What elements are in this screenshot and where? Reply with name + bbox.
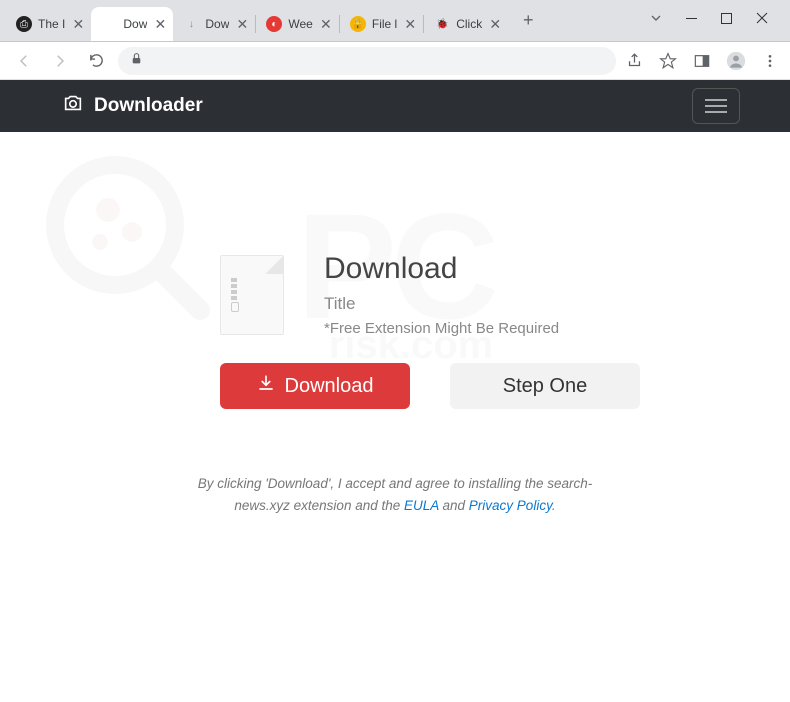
maximize-icon[interactable] [721,13,732,24]
forward-button[interactable] [46,47,74,75]
toolbar-actions [624,51,780,71]
tab-title: Click [456,17,482,31]
browser-tab[interactable]: Dow ✕ [91,7,173,41]
bookmark-icon[interactable] [658,51,678,71]
tab-favicon-icon: ↓ [183,16,199,32]
tab-title: Dow [205,17,229,31]
close-icon[interactable] [756,12,768,24]
tab-favicon-icon: ◐ [266,16,282,32]
browser-toolbar [0,42,790,80]
tab-title: Dow [123,17,147,31]
page-navbar: Downloader [0,80,790,132]
tab-close-icon[interactable]: ✕ [319,17,333,31]
new-tab-button[interactable]: + [514,7,542,35]
step-one-label: Step One [503,375,588,398]
browser-tab[interactable]: ↓ Dow ✕ [173,7,255,41]
download-note: *Free Extension Might Be Required [324,320,559,337]
address-bar[interactable] [118,47,616,75]
download-subtitle: Title [324,294,559,314]
reload-button[interactable] [82,47,110,75]
browser-tab[interactable]: 🐞 Click ✕ [424,7,508,41]
brand-text: Downloader [94,95,203,117]
browser-tab-strip: ⎙ The I ✕ Dow ✕ ↓ Dow ✕ ◐ Wee ✕ 🔒 File l ✕ 🐞 Click ✕ + [0,0,790,42]
disclaimer-post: . [552,498,556,513]
hamburger-menu[interactable] [692,88,740,124]
browser-tab[interactable]: ⎙ The I ✕ [6,7,91,41]
tab-title: Wee [288,17,312,31]
tab-favicon-icon: 🔒 [350,16,366,32]
tab-close-icon[interactable]: ✕ [235,17,249,31]
disclaimer-mid: and [439,498,469,513]
back-button[interactable] [10,47,38,75]
tab-close-icon[interactable]: ✕ [71,17,85,31]
tab-favicon-icon: ⎙ [16,16,32,32]
tab-title: The I [38,17,65,31]
download-button[interactable]: Download [220,363,410,409]
side-panel-icon[interactable] [692,51,712,71]
tab-favicon-icon [101,16,117,32]
eula-link[interactable]: EULA [404,498,439,513]
page-content: Download Title *Free Extension Might Be … [0,132,790,516]
camera-icon [62,92,84,120]
profile-icon[interactable] [726,51,746,71]
share-icon[interactable] [624,51,644,71]
privacy-link[interactable]: Privacy Policy [469,498,552,513]
browser-tab[interactable]: 🔒 File l ✕ [340,7,423,41]
tab-favicon-icon: 🐞 [434,16,450,32]
lock-icon [130,52,143,70]
tab-title: File l [372,17,397,31]
disclaimer-text: By clicking 'Download', I accept and agr… [50,473,740,516]
brand: Downloader [62,92,203,120]
tab-close-icon[interactable]: ✕ [403,17,417,31]
file-zip-icon [220,255,284,335]
window-controls [650,0,790,36]
tab-close-icon[interactable]: ✕ [488,17,502,31]
minimize-icon[interactable] [686,13,697,24]
download-icon [257,374,275,398]
menu-icon[interactable] [760,51,780,71]
browser-tab[interactable]: ◐ Wee ✕ [256,7,338,41]
download-heading: Download [324,252,559,286]
chevron-down-icon[interactable] [650,12,662,24]
download-button-label: Download [285,375,374,398]
step-one-button[interactable]: Step One [450,363,640,409]
tab-close-icon[interactable]: ✕ [153,17,167,31]
